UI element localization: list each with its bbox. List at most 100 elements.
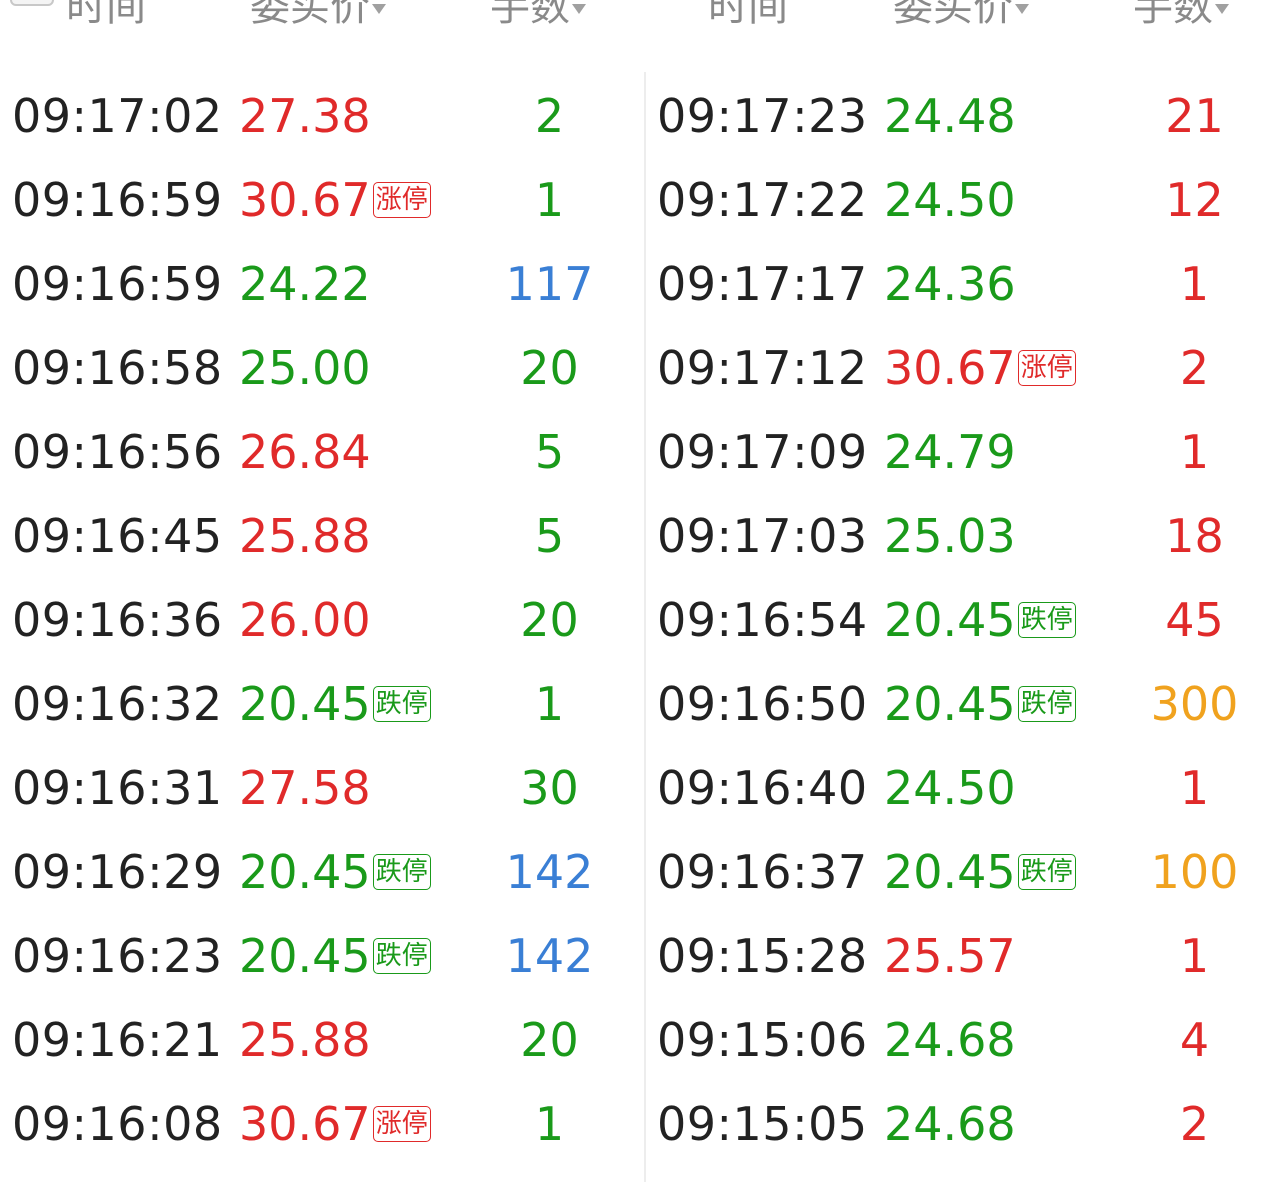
trade-price: 25.88 xyxy=(239,998,371,1082)
trade-volume: 1 xyxy=(1179,929,1210,983)
trade-row: 09:17:02 27.38 2 xyxy=(12,74,652,158)
header-price-right[interactable]: 委买价 xyxy=(893,0,1029,32)
trade-price-value: 26.84 xyxy=(239,425,371,479)
trade-price: 20.45 跌停 xyxy=(239,914,431,998)
trade-volume: 1 xyxy=(1179,257,1210,311)
trade-price: 30.67 涨停 xyxy=(239,1082,431,1166)
header-price-left[interactable]: 委买价 xyxy=(250,0,386,32)
trade-time: 09:16:58 xyxy=(12,341,223,395)
trade-time: 09:15:05 xyxy=(657,1097,868,1151)
header-volume-left[interactable]: 手数 xyxy=(490,0,586,32)
trade-price: 30.67 涨停 xyxy=(884,326,1076,410)
trade-row: 09:17:03 25.03 18 xyxy=(657,494,1286,578)
trade-time: 09:16:59 xyxy=(12,257,223,311)
trade-price-value: 20.45 xyxy=(884,593,1016,647)
trade-row: 09:17:09 24.79 1 xyxy=(657,410,1286,494)
trade-price-value: 24.68 xyxy=(884,1097,1016,1151)
trade-volume: 20 xyxy=(520,341,579,395)
trade-row: 09:15:28 25.57 1 xyxy=(657,914,1286,998)
trade-row: 09:16:37 20.45 跌停 100 xyxy=(657,830,1286,914)
trade-time: 09:16:08 xyxy=(12,1097,223,1151)
trade-price-value: 24.50 xyxy=(884,761,1016,815)
trade-volume: 20 xyxy=(520,1013,579,1067)
trade-volume: 142 xyxy=(505,929,594,983)
header-time-right: 时间 xyxy=(708,0,788,30)
trade-volume: 1 xyxy=(534,173,565,227)
trade-row: 09:16:59 24.22 117 xyxy=(12,242,652,326)
trades-column-right: 09:17:23 24.48 21 09:17:22 24.50 12 09:17:17 24… xyxy=(657,74,1286,1166)
trade-time: 09:15:06 xyxy=(657,1013,868,1067)
trade-price-value: 20.45 xyxy=(239,845,371,899)
trade-price-value: 25.88 xyxy=(239,1013,371,1067)
trade-time: 09:17:23 xyxy=(657,89,868,143)
column-divider xyxy=(644,72,646,1182)
trade-row: 09:16:36 26.00 20 xyxy=(12,578,652,662)
trade-volume: 1 xyxy=(534,1097,565,1151)
trade-volume: 5 xyxy=(534,425,565,479)
trade-volume: 45 xyxy=(1165,593,1224,647)
limit-up-badge: 涨停 xyxy=(372,1105,431,1142)
trade-time: 09:16:21 xyxy=(12,1013,223,1067)
trade-time: 09:17:09 xyxy=(657,425,868,479)
trade-row: 09:17:23 24.48 21 xyxy=(657,74,1286,158)
trade-price-value: 25.00 xyxy=(239,341,371,395)
pause-toggle-icon[interactable] xyxy=(10,0,54,6)
trade-price: 24.68 xyxy=(884,998,1016,1082)
sort-down-icon xyxy=(572,4,586,14)
limit-up-badge: 涨停 xyxy=(1017,349,1076,386)
trade-volume: 12 xyxy=(1165,173,1224,227)
trade-time: 09:16:37 xyxy=(657,845,868,899)
trade-price: 24.50 xyxy=(884,158,1016,242)
trades-column-left: 09:17:02 27.38 2 09:16:59 30.67 涨停 1 09:16:59 24… xyxy=(12,74,652,1166)
trade-price: 24.50 xyxy=(884,746,1016,830)
trade-volume: 5 xyxy=(534,509,565,563)
trade-price: 20.45 跌停 xyxy=(239,830,431,914)
trade-time: 09:16:36 xyxy=(12,593,223,647)
trade-volume: 2 xyxy=(1179,1097,1210,1151)
trade-price: 25.88 xyxy=(239,494,371,578)
trade-price-value: 27.58 xyxy=(239,761,371,815)
trade-price: 27.38 xyxy=(239,74,371,158)
limit-down-badge: 跌停 xyxy=(1017,853,1076,890)
trade-row: 09:16:59 30.67 涨停 1 xyxy=(12,158,652,242)
trade-time: 09:17:22 xyxy=(657,173,868,227)
trade-row: 09:16:29 20.45 跌停 142 xyxy=(12,830,652,914)
trade-time: 09:16:23 xyxy=(12,929,223,983)
trade-time: 09:16:40 xyxy=(657,761,868,815)
trade-price: 25.57 xyxy=(884,914,1016,998)
limit-down-badge: 跌停 xyxy=(372,853,431,890)
trade-volume: 18 xyxy=(1165,509,1224,563)
trade-price: 24.22 xyxy=(239,242,371,326)
header-volume-left-label: 手数 xyxy=(490,0,570,30)
trade-row: 09:16:23 20.45 跌停 142 xyxy=(12,914,652,998)
header-volume-right[interactable]: 手数 xyxy=(1133,0,1229,32)
trade-time: 09:15:28 xyxy=(657,929,868,983)
trade-time: 09:16:31 xyxy=(12,761,223,815)
trade-price: 20.45 跌停 xyxy=(239,662,431,746)
trade-volume: 20 xyxy=(520,593,579,647)
limit-down-badge: 跌停 xyxy=(372,685,431,722)
trade-volume: 142 xyxy=(505,845,594,899)
trade-price-value: 24.22 xyxy=(239,257,371,311)
trade-price-value: 27.38 xyxy=(239,89,371,143)
trade-price-value: 25.88 xyxy=(239,509,371,563)
trade-time: 09:17:02 xyxy=(12,89,223,143)
limit-down-badge: 跌停 xyxy=(1017,601,1076,638)
header-price-left-label: 委买价 xyxy=(250,0,370,30)
trade-price-value: 24.50 xyxy=(884,173,1016,227)
trade-price-value: 25.03 xyxy=(884,509,1016,563)
trade-price-value: 30.67 xyxy=(884,341,1016,395)
trade-volume: 1 xyxy=(1179,425,1210,479)
trade-price-value: 20.45 xyxy=(239,929,371,983)
trade-time: 09:16:32 xyxy=(12,677,223,731)
trade-volume: 100 xyxy=(1150,845,1239,899)
trade-time: 09:17:12 xyxy=(657,341,868,395)
trade-price-value: 30.67 xyxy=(239,173,371,227)
trade-price-value: 30.67 xyxy=(239,1097,371,1151)
trade-price: 25.03 xyxy=(884,494,1016,578)
limit-up-badge: 涨停 xyxy=(372,181,431,218)
trade-row: 09:16:54 20.45 跌停 45 xyxy=(657,578,1286,662)
header-volume-right-label: 手数 xyxy=(1133,0,1213,30)
trade-time: 09:17:17 xyxy=(657,257,868,311)
trade-row: 09:17:22 24.50 12 xyxy=(657,158,1286,242)
